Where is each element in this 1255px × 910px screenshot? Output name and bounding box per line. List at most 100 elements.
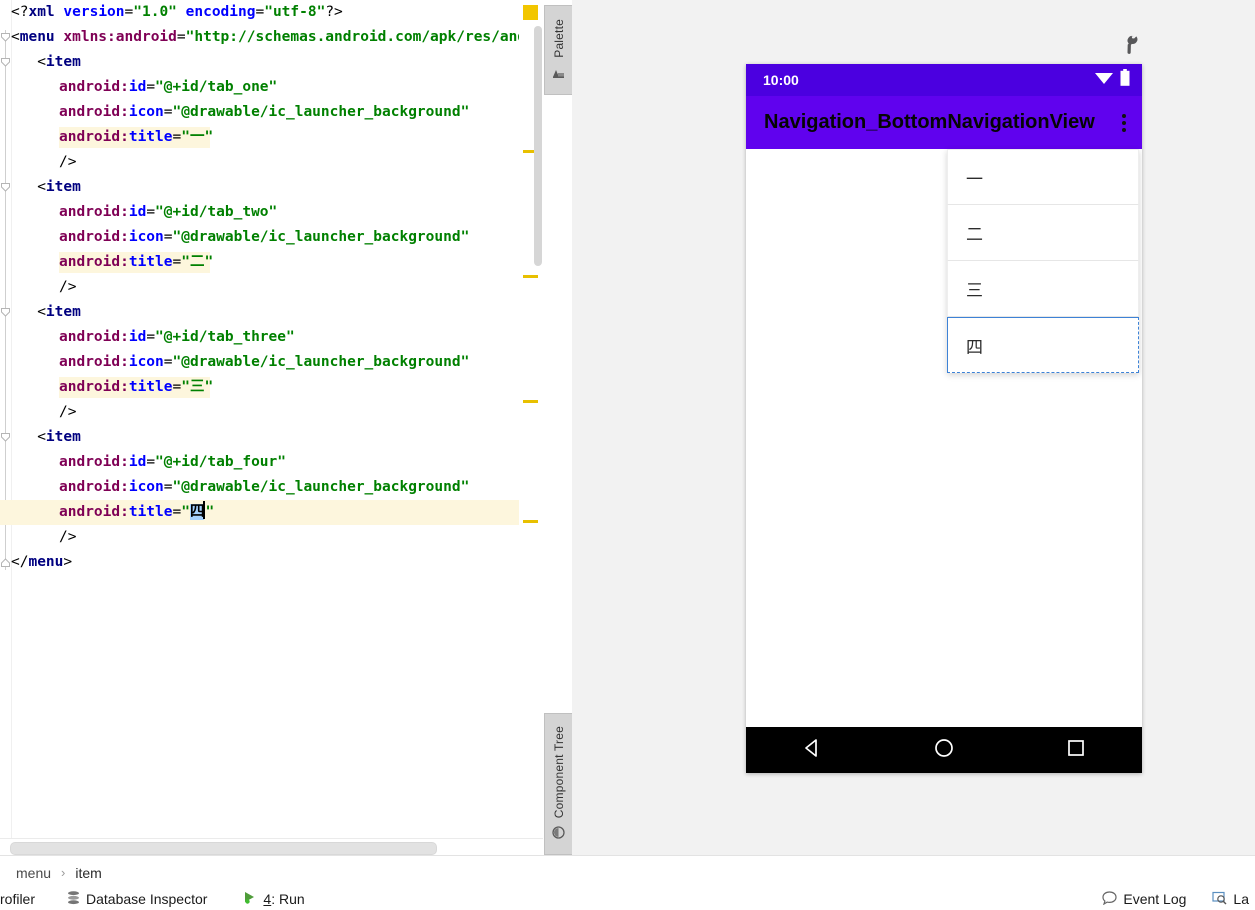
code-line[interactable]: android:id="@+id/tab_two": [11, 200, 531, 225]
dropdown-item-label: 四: [966, 337, 983, 358]
code-token: "1.0": [133, 4, 177, 20]
warning-marker[interactable]: [523, 275, 538, 278]
code-line[interactable]: <item: [11, 425, 531, 450]
palette-tab-label: Palette: [551, 19, 566, 58]
code-token: title: [128, 129, 173, 145]
code-token: "http://schemas.android.com/apk/res/and: [185, 29, 527, 45]
code-line[interactable]: <?xml version="1.0" encoding="utf-8"?>: [11, 0, 531, 25]
sidebar-item-component-tree[interactable]: Component Tree: [544, 713, 573, 855]
code-token: />: [59, 404, 77, 420]
code-token: =: [255, 4, 265, 20]
status-item-run[interactable]: 4: Run: [243, 891, 305, 907]
code-token: "@drawable/ic_launcher_background": [172, 229, 470, 245]
code-token: id: [128, 329, 147, 345]
code-token: ": [181, 504, 190, 520]
code-line[interactable]: />: [11, 400, 531, 425]
layout-inspector-label: La: [1233, 891, 1249, 907]
back-triangle-icon[interactable]: [801, 737, 823, 764]
code-line[interactable]: <item: [11, 50, 531, 75]
code-line[interactable]: android:title="三": [11, 375, 531, 400]
code-token: title: [128, 379, 173, 395]
warning-marker[interactable]: [523, 400, 538, 403]
status-item-profiler[interactable]: rofiler: [0, 891, 35, 907]
code-token: =: [172, 254, 182, 270]
code-line[interactable]: android:title="二": [11, 250, 531, 275]
warning-marker[interactable]: [523, 520, 538, 523]
battery-icon: [1120, 69, 1130, 91]
code-line[interactable]: android:id="@+id/tab_three": [11, 325, 531, 350]
status-item-event-log[interactable]: Event Log: [1102, 890, 1186, 908]
code-token: ?>: [325, 4, 343, 20]
dropdown-item[interactable]: 四: [947, 317, 1139, 373]
status-bar-system-icons: [1094, 64, 1130, 96]
code-line-text: android:icon="@drawable/ic_launcher_back…: [11, 354, 469, 370]
wrench-icon[interactable]: [1115, 30, 1145, 58]
code-line[interactable]: />: [11, 525, 531, 550]
code-line[interactable]: android:id="@+id/tab_one": [11, 75, 531, 100]
code-line[interactable]: android:id="@+id/tab_four": [11, 450, 531, 475]
overflow-dropdown-menu[interactable]: 一二三四: [947, 149, 1139, 373]
fold-arrow-item-2[interactable]: [1, 183, 10, 192]
code-token: "@drawable/ic_launcher_background": [172, 354, 470, 370]
code-token: android:: [59, 329, 129, 345]
app-bar-title: Navigation_BottomNavigationView: [764, 111, 1095, 133]
overflow-menu-icon[interactable]: [1122, 113, 1126, 132]
code-line[interactable]: android:title="一": [11, 125, 531, 150]
editor-horizontal-scrollbar[interactable]: [10, 842, 437, 855]
code-token: xml: [28, 4, 55, 20]
code-line[interactable]: <item: [11, 175, 531, 200]
code-line[interactable]: android:title="四": [0, 500, 531, 525]
status-bar-clock: 10:00: [763, 72, 799, 88]
code-token: "@drawable/ic_launcher_background": [172, 104, 470, 120]
code-token: android:: [59, 479, 129, 495]
code-line[interactable]: />: [11, 150, 531, 175]
fold-arrow-item-4[interactable]: [1, 433, 10, 442]
xml-editor-pane[interactable]: <?xml version="1.0" encoding="utf-8"?> <m…: [0, 0, 543, 855]
code-line[interactable]: android:icon="@drawable/ic_launcher_back…: [11, 350, 531, 375]
fold-arrow-item-3[interactable]: [1, 308, 10, 317]
fold-arrow-menu[interactable]: [1, 33, 10, 42]
code-text-area[interactable]: <?xml version="1.0" encoding="utf-8"?> <m…: [0, 0, 531, 838]
code-token: ": [205, 504, 215, 520]
code-token: icon: [128, 229, 164, 245]
code-line-text: <?xml version="1.0" encoding="utf-8"?>: [11, 4, 343, 20]
device-app-bar: Navigation_BottomNavigationView: [746, 96, 1142, 149]
code-line[interactable]: android:icon="@drawable/ic_launcher_back…: [11, 100, 531, 125]
code-token: icon: [128, 104, 164, 120]
dropdown-item[interactable]: 三: [947, 261, 1139, 317]
code-line[interactable]: <item: [11, 300, 531, 325]
inspection-status-box[interactable]: [523, 5, 538, 20]
component-tree-tab-label: Component Tree: [551, 726, 566, 819]
fold-arrow-menu-end[interactable]: [1, 558, 10, 567]
breadcrumb-item-menu[interactable]: menu: [16, 865, 51, 881]
layout-inspector-icon: [1212, 891, 1227, 908]
chevron-right-icon: ›: [61, 865, 66, 880]
fold-arrow-item-1[interactable]: [1, 58, 10, 67]
recents-square-icon[interactable]: [1065, 737, 1087, 764]
code-token: "@+id/tab_one": [155, 79, 278, 95]
code-token: android:: [59, 129, 129, 145]
android-studio-window: <?xml version="1.0" encoding="utf-8"?> <m…: [0, 0, 1255, 910]
run-icon: [243, 891, 257, 907]
code-token: =: [163, 104, 173, 120]
editor-horizontal-scroll-area[interactable]: [0, 838, 543, 855]
dropdown-item[interactable]: 一: [947, 149, 1139, 205]
code-token: id: [128, 79, 147, 95]
device-content-area: 一二三四: [746, 149, 1142, 727]
code-line[interactable]: android:icon="@drawable/ic_launcher_back…: [11, 225, 531, 250]
code-line[interactable]: <menu xmlns:android="http://schemas.andr…: [11, 25, 531, 50]
breadcrumb-item-item[interactable]: item: [75, 865, 101, 881]
code-line-text: />: [11, 279, 76, 295]
status-item-layout-inspector[interactable]: La: [1212, 891, 1249, 908]
sidebar-item-palette[interactable]: Palette: [544, 5, 573, 95]
code-line[interactable]: android:icon="@drawable/ic_launcher_back…: [11, 475, 531, 500]
editor-vertical-scrollbar[interactable]: [534, 26, 542, 266]
dropdown-item[interactable]: 二: [947, 205, 1139, 261]
code-line[interactable]: </menu>: [11, 550, 531, 575]
status-item-database-inspector[interactable]: Database Inspector: [67, 890, 207, 908]
code-line[interactable]: />: [11, 275, 531, 300]
code-token: "@+id/tab_three": [155, 329, 295, 345]
code-token: "二": [181, 254, 214, 270]
home-circle-icon[interactable]: [933, 737, 955, 764]
